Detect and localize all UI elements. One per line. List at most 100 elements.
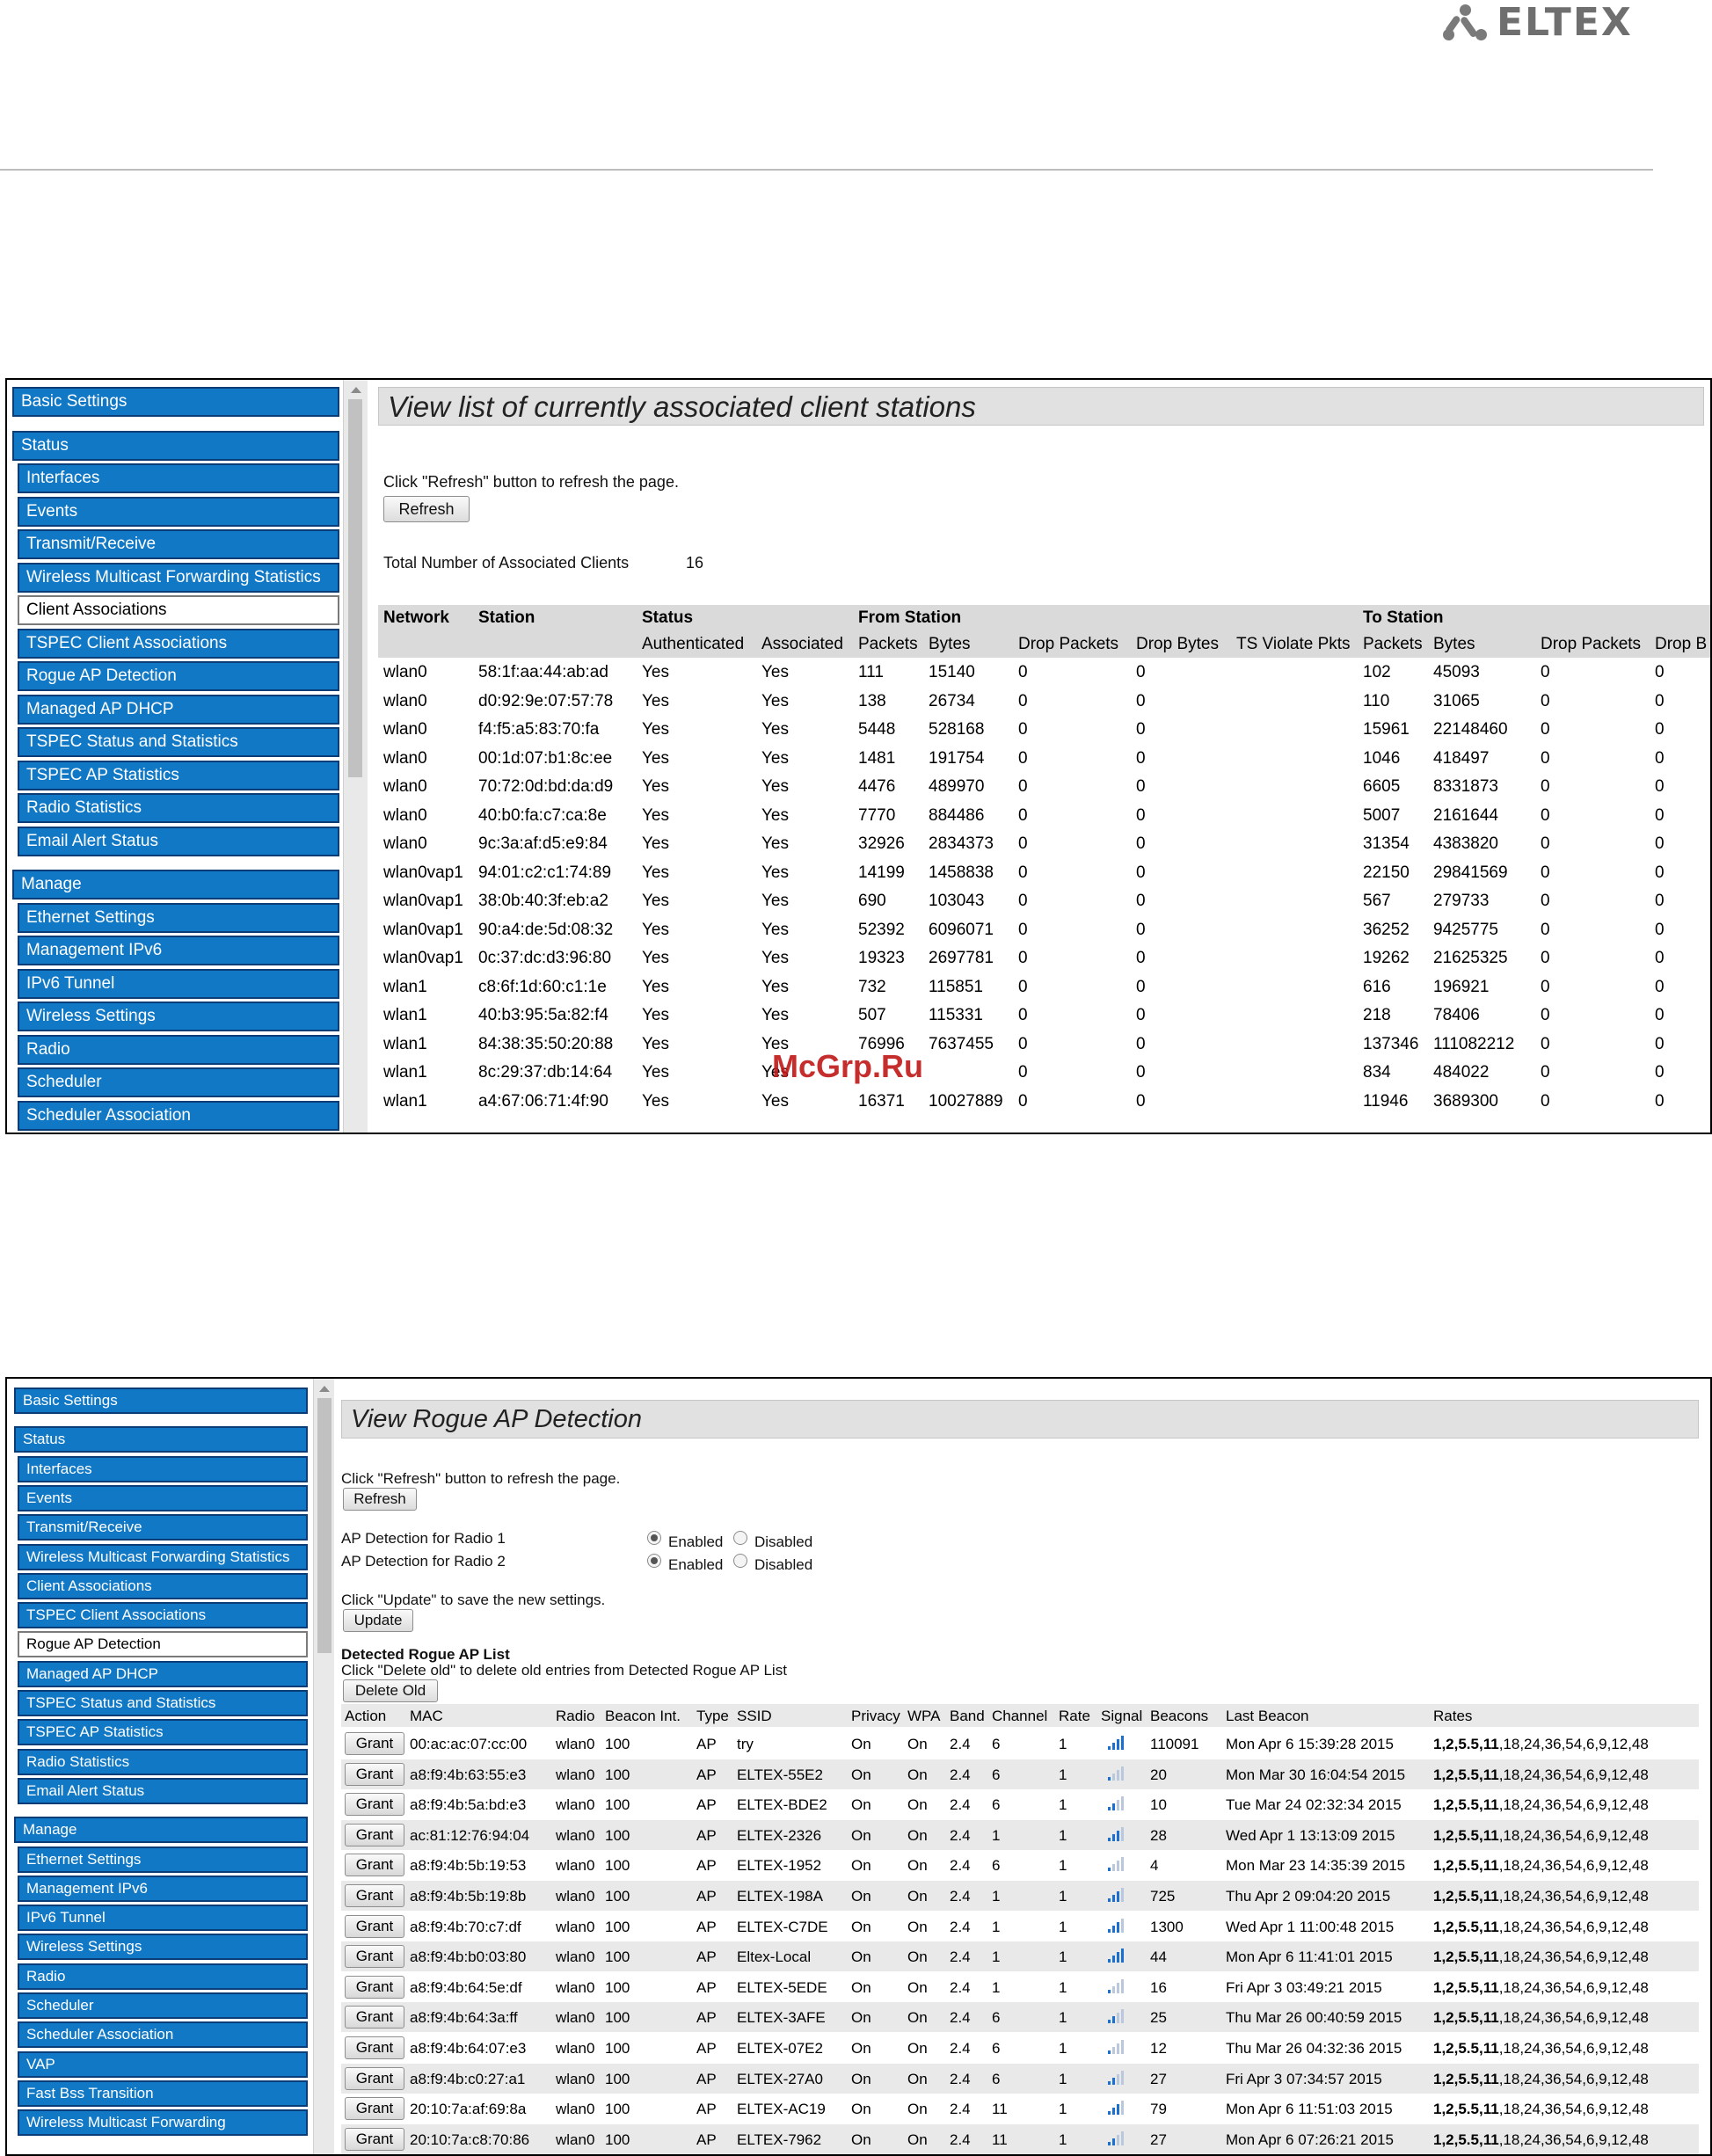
table-cell: 103043 [929,892,985,910]
radio2-disabled-radio[interactable] [733,1554,747,1568]
table-cell-mac: a8:f9:4b:70:c7:df [410,1918,521,1935]
table-cell: Yes [642,748,669,768]
sidebar-item-interfaces[interactable]: Interfaces [18,463,339,493]
sidebar-item-wireless-settings[interactable]: Wireless Settings [18,1002,339,1031]
sidebar-item-ethernet-settings[interactable]: Ethernet Settings [18,902,339,933]
table-cell-beacon: 100 [605,1978,630,1996]
sidebar-item-management-ipv6[interactable]: Management IPv6 [18,936,339,965]
sidebar-item-transmit-receive[interactable]: Transmit/Receive [18,1514,308,1541]
sidebar-scrollbar[interactable] [313,1379,334,2154]
grant-button[interactable]: Grant [345,2006,404,2029]
sidebar-item-basic-settings[interactable]: Basic Settings [12,387,339,417]
grant-button[interactable]: Grant [345,1854,404,1877]
radio1-disabled-label: Disabled [754,1533,813,1550]
radio1-enabled-radio[interactable] [647,1531,661,1545]
sidebar-item-client-associations[interactable]: Client Associations [18,1572,308,1599]
sidebar-item-wireless-multicast-forwarding-statistics[interactable]: Wireless Multicast Forwarding Statistics [18,562,339,593]
sidebar-item-scheduler[interactable]: Scheduler [18,1067,339,1097]
table-cell-ssid: ELTEX-BDE2 [737,1796,827,1814]
sidebar-item-events[interactable]: Events [18,1484,308,1511]
sidebar-item-vap[interactable]: VAP [18,2050,308,2078]
grant-button[interactable]: Grant [345,2097,404,2121]
grant-button[interactable]: Grant [345,1732,404,1755]
sidebar-item-tspec-ap-statistics[interactable]: TSPEC AP Statistics [18,1719,308,1746]
table-cell: 0 [1018,977,1028,996]
sidebar-item-status[interactable]: Status [12,430,339,461]
sidebar-item-managed-ap-dhcp[interactable]: Managed AP DHCP [18,1660,308,1687]
sidebar-item-radio[interactable]: Radio [18,1034,339,1065]
radio1-disabled-radio[interactable] [733,1531,747,1545]
sidebar-item-events[interactable]: Events [18,496,339,527]
sidebar-item-wireless-multicast-forwarding[interactable]: Wireless Multicast Forwarding [18,2109,308,2137]
sidebar-item-tspec-status-and-statistics[interactable]: TSPEC Status and Statistics [18,1690,308,1716]
main-content: View list of currently associated client… [375,380,1710,1133]
sidebar-item-basic-settings[interactable]: Basic Settings [14,1388,308,1414]
grant-button[interactable]: Grant [345,2036,404,2059]
sidebar-item-scheduler-association[interactable]: Scheduler Association [18,1100,339,1131]
table-cell-last: Tue Mar 24 02:32:34 2015 [1226,1796,1402,1814]
sidebar-item-radio-statistics[interactable]: Radio Statistics [18,793,339,823]
grant-button[interactable]: Grant [345,2127,404,2151]
sidebar-item-rogue-ap-detection[interactable]: Rogue AP Detection [18,661,339,691]
refresh-hint: Click "Refresh" button to refresh the pa… [341,1470,621,1487]
sidebar-item-ethernet-settings[interactable]: Ethernet Settings [18,1846,308,1873]
grant-button[interactable]: Grant [345,1975,404,1999]
sidebar-item-tspec-client-associations[interactable]: TSPEC Client Associations [18,1602,308,1629]
sidebar-item-rogue-ap-detection[interactable]: Rogue AP Detection [18,1631,308,1658]
sidebar-item-tspec-client-associations[interactable]: TSPEC Client Associations [18,628,339,659]
sidebar-item-managed-ap-dhcp[interactable]: Managed AP DHCP [18,694,339,725]
sidebar-scroll-thumb[interactable] [317,1398,331,1653]
sidebar-item-manage[interactable]: Manage [12,870,339,900]
sidebar-item-interfaces[interactable]: Interfaces [18,1455,308,1482]
table-cell-beacons: 12 [1150,2040,1167,2057]
sidebar-item-client-associations[interactable]: Client Associations [18,595,339,625]
sidebar-item-email-alert-status[interactable]: Email Alert Status [18,826,339,856]
grant-button[interactable]: Grant [345,2066,404,2090]
sidebar-item-radio-statistics[interactable]: Radio Statistics [18,1748,308,1775]
table-cell: Yes [761,777,789,796]
radio2-enabled-label: Enabled [668,1556,724,1573]
basic-rates: 1,2,5.5,11 [1433,1857,1499,1875]
basic-rates: 1,2,5.5,11 [1433,1766,1499,1783]
sidebar-item-wireless-multicast-forwarding-statistics[interactable]: Wireless Multicast Forwarding Statistics [18,1543,308,1570]
grant-button[interactable]: Grant [345,1884,404,1907]
update-button[interactable]: Update [343,1609,413,1632]
sidebar-item-transmit-receive[interactable]: Transmit/Receive [18,529,339,559]
grant-button[interactable]: Grant [345,1823,404,1846]
table-cell-beacon: 100 [605,2009,630,2027]
sidebar-item-fast-bss-transition[interactable]: Fast Bss Transition [18,2080,308,2107]
table-cell-rates: 1,2,5.5,11,18,24,36,54,6,9,12,48 [1433,1736,1649,1753]
table-cell-channel: 6 [992,1766,1001,1783]
sidebar-item-email-alert-status[interactable]: Email Alert Status [18,1777,308,1804]
table-cell-last: Wed Apr 1 11:00:48 2015 [1226,1918,1395,1935]
grant-button[interactable]: Grant [345,1793,404,1817]
sidebar-item-manage[interactable]: Manage [14,1817,308,1844]
table-cell: 2834373 [929,834,994,853]
table-cell-ssid: ELTEX-198A [737,1888,823,1905]
table-cell: 0 [1018,949,1028,967]
sidebar-item-wireless-settings[interactable]: Wireless Settings [18,1934,308,1961]
sidebar-item-radio[interactable]: Radio [18,1963,308,1990]
grant-button[interactable]: Grant [345,1945,404,1969]
table-cell: 0 [1136,748,1146,768]
sidebar-scroll-thumb[interactable] [348,399,362,777]
sidebar-item-scheduler[interactable]: Scheduler [18,1992,308,2019]
refresh-button[interactable]: Refresh [383,496,470,522]
sidebar-item-scheduler-association[interactable]: Scheduler Association [18,2021,308,2049]
radio2-enabled-radio[interactable] [647,1554,661,1568]
delete-old-button[interactable]: Delete Old [343,1679,438,1702]
sidebar-item-tspec-status-and-statistics[interactable]: TSPEC Status and Statistics [18,727,339,757]
grant-button[interactable]: Grant [345,1914,404,1938]
table-cell-ssid: ELTEX-AC19 [737,2101,826,2118]
sidebar-item-tspec-ap-statistics[interactable]: TSPEC AP Statistics [18,760,339,790]
sidebar-item-management-ipv6[interactable]: Management IPv6 [18,1875,308,1902]
sidebar-item-ipv6-tunnel[interactable]: IPv6 Tunnel [18,1905,308,1932]
sidebar-item-status[interactable]: Status [14,1426,308,1453]
sidebar-scrollbar[interactable] [343,380,368,1133]
table-cell: wlan0 [383,777,427,796]
sidebar-item-ipv6-tunnel[interactable]: IPv6 Tunnel [18,968,339,999]
grant-button[interactable]: Grant [345,1762,404,1786]
refresh-button[interactable]: Refresh [343,1488,417,1511]
table-cell-channel: 1 [992,1826,1001,1844]
table-cell: 8c:29:37:db:14:64 [478,1063,613,1082]
